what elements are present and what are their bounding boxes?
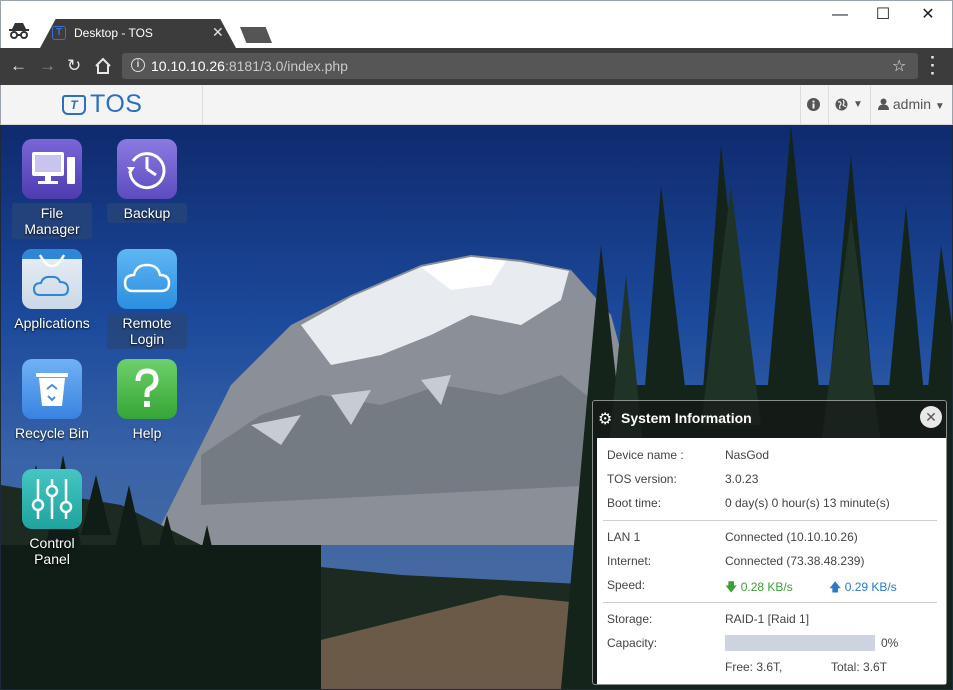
reload-icon[interactable]: ↻ <box>67 56 81 76</box>
internet-value: Connected (73.38.48.239) <box>725 554 865 568</box>
upload-arrow-icon: 🡅 <box>829 580 842 594</box>
backup-clock-icon <box>117 139 177 199</box>
maximize-button[interactable]: ☐ <box>860 4 906 26</box>
app-control-panel[interactable]: Control Panel <box>12 469 92 569</box>
widget-header[interactable]: ⚙ System Information ✕ <box>593 401 946 435</box>
device-name-label: Device name : <box>607 448 684 462</box>
bookmark-star-icon[interactable]: ☆ <box>892 56 906 76</box>
cloud-icon <box>117 249 177 309</box>
download-speed: 🡇 0.28 KB/s <box>725 578 793 599</box>
app-applications[interactable]: Applications <box>12 249 92 333</box>
file-manager-icon <box>22 139 82 199</box>
upload-speed-value: 0.29 KB/s <box>844 580 897 594</box>
download-arrow-icon: 🡇 <box>725 580 738 594</box>
recycle-bin-icon <box>22 359 82 419</box>
widget-body: Device name : NasGod TOS version: 3.0.23… <box>597 438 946 684</box>
gear-icon: ⚙ <box>598 411 613 428</box>
app-file-manager[interactable]: File Manager <box>12 139 92 239</box>
app-backup[interactable]: Backup <box>107 139 187 223</box>
lan-value: Connected (10.10.10.26) <box>725 530 858 544</box>
app-label: Control Panel <box>29 535 75 567</box>
app-label: Remote Login <box>107 313 187 349</box>
incognito-icon <box>9 23 29 39</box>
minimize-button[interactable]: — <box>817 4 863 26</box>
sliders-icon <box>22 469 82 529</box>
section-divider <box>603 520 937 521</box>
tos-version-value: 3.0.23 <box>725 472 759 486</box>
user-menu[interactable]: admin ▼ <box>878 96 945 112</box>
globe-language-icon[interactable] <box>835 98 848 111</box>
back-arrow-icon[interactable]: ← <box>10 56 27 76</box>
section-divider <box>603 602 937 603</box>
total-space: Total: 3.6T <box>831 660 888 674</box>
upload-speed: 🡅 0.29 KB/s <box>829 578 897 599</box>
site-info-icon[interactable]: i <box>131 58 145 72</box>
url-text[interactable]: 10.10.10.26:8181/3.0/index.php <box>151 58 348 74</box>
header-divider <box>800 86 801 124</box>
tab-close-icon[interactable]: ✕ <box>212 24 224 41</box>
user-name: admin <box>892 96 932 112</box>
lan-label: LAN 1 <box>607 530 641 544</box>
app-label: Applications <box>14 315 90 331</box>
app-label: File Manager <box>12 203 92 239</box>
app-label: Help <box>132 425 162 441</box>
storage-value: RAID-1 [Raid 1] <box>725 612 810 626</box>
header-divider <box>828 86 829 124</box>
device-name-value: NasGod <box>725 448 770 462</box>
close-window-button[interactable]: ✕ <box>905 4 951 26</box>
tos-version-label: TOS version: <box>607 472 677 486</box>
storage-label: Storage: <box>607 612 653 626</box>
header-divider <box>870 86 871 124</box>
capacity-label: Capacity: <box>607 636 658 650</box>
shopping-bag-cloud-icon <box>22 249 82 309</box>
tos-logo-icon: T <box>62 95 86 115</box>
tos-logo-text: TOS <box>90 90 143 118</box>
info-icon[interactable] <box>807 98 820 111</box>
capacity-percent: 0% <box>881 636 899 650</box>
free-space: Free: 3.6T, <box>725 660 783 674</box>
browser-menu-icon[interactable]: · · · <box>928 49 938 82</box>
capacity-progress-bar <box>725 635 875 651</box>
internet-label: Internet: <box>607 554 652 568</box>
system-information-widget[interactable]: ⚙ System Information ✕ Device name : Nas… <box>592 400 947 685</box>
close-widget-button[interactable]: ✕ <box>920 406 942 428</box>
tab-favicon-icon: T <box>52 26 66 40</box>
chevron-down-icon: ▼ <box>934 101 945 112</box>
app-remote-login[interactable]: Remote Login <box>107 249 187 349</box>
user-icon <box>878 98 889 110</box>
app-label: Backup <box>107 203 187 223</box>
download-speed-value: 0.28 KB/s <box>740 580 793 594</box>
app-label: Recycle Bin <box>15 425 89 441</box>
tab-title: Desktop - TOS <box>74 26 153 40</box>
boot-time-label: Boot time: <box>607 496 662 510</box>
widget-title: System Information <box>621 410 752 426</box>
app-recycle-bin[interactable]: Recycle Bin <box>12 359 92 443</box>
forward-arrow-icon[interactable]: → <box>39 56 56 76</box>
header-divider <box>202 86 203 124</box>
speed-label: Speed: <box>607 578 646 592</box>
question-mark-icon <box>117 359 177 419</box>
chevron-down-icon[interactable]: ▼ <box>853 99 863 110</box>
boot-time-value: 0 day(s) 0 hour(s) 13 minute(s) <box>725 496 890 510</box>
app-help[interactable]: Help <box>107 359 187 443</box>
home-icon[interactable] <box>94 57 112 75</box>
